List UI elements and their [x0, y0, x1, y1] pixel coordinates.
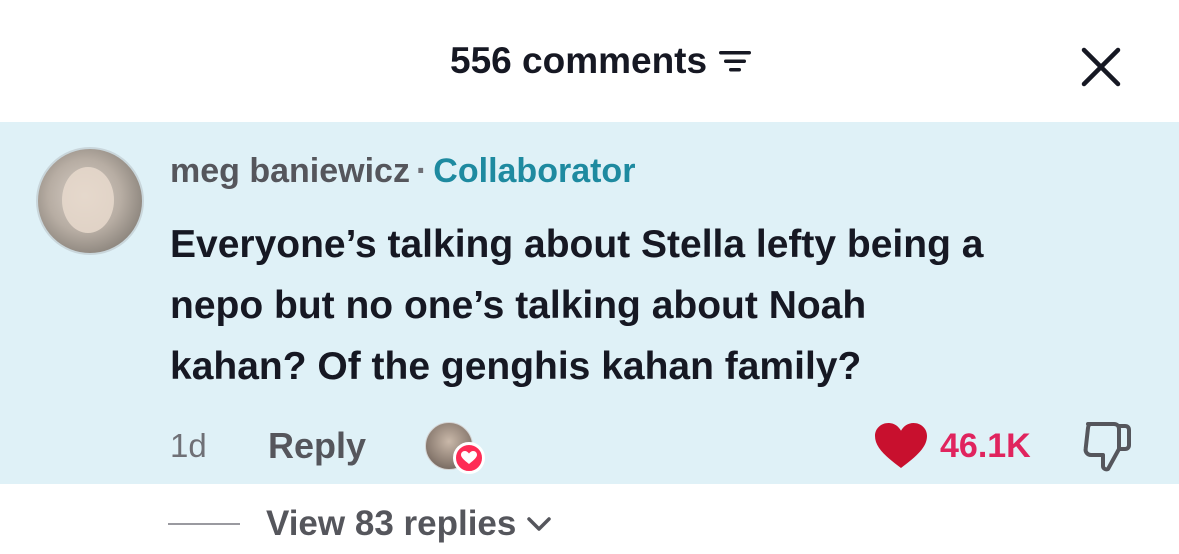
- chevron-down-icon: [527, 517, 552, 531]
- author-line: meg baniewicz · Collaborator: [170, 152, 635, 191]
- comments-title: 556 comments: [450, 40, 753, 82]
- reply-button[interactable]: Reply: [268, 425, 366, 467]
- collaborator-badge: Collaborator: [433, 152, 636, 190]
- view-replies-button[interactable]: View 83 replies: [266, 504, 552, 544]
- replies-divider: [168, 523, 240, 525]
- close-icon[interactable]: [1080, 46, 1122, 88]
- thumbs-down-icon[interactable]: [1082, 419, 1132, 473]
- view-replies-label: View 83 replies: [266, 504, 517, 543]
- sort-icon[interactable]: [717, 47, 753, 75]
- heart-icon[interactable]: [874, 422, 928, 470]
- replies-row: View 83 replies: [0, 484, 1179, 554]
- comment-text: Everyone’s talking about Stella lefty be…: [170, 223, 984, 388]
- avatar[interactable]: [36, 147, 144, 255]
- creator-heart-icon: [453, 442, 485, 474]
- like-count: 46.1K: [940, 427, 1031, 465]
- comment-count: 556 comments: [450, 40, 708, 81]
- creator-liked-indicator: [425, 422, 487, 474]
- comments-header: 556 comments: [0, 0, 1179, 122]
- highlighted-comment: meg baniewicz · Collaborator Everyone’s ta…: [0, 122, 1179, 484]
- author-separator: ·: [415, 152, 428, 190]
- comment-timestamp: 1d: [170, 427, 207, 464]
- author-name[interactable]: meg baniewicz: [170, 152, 410, 190]
